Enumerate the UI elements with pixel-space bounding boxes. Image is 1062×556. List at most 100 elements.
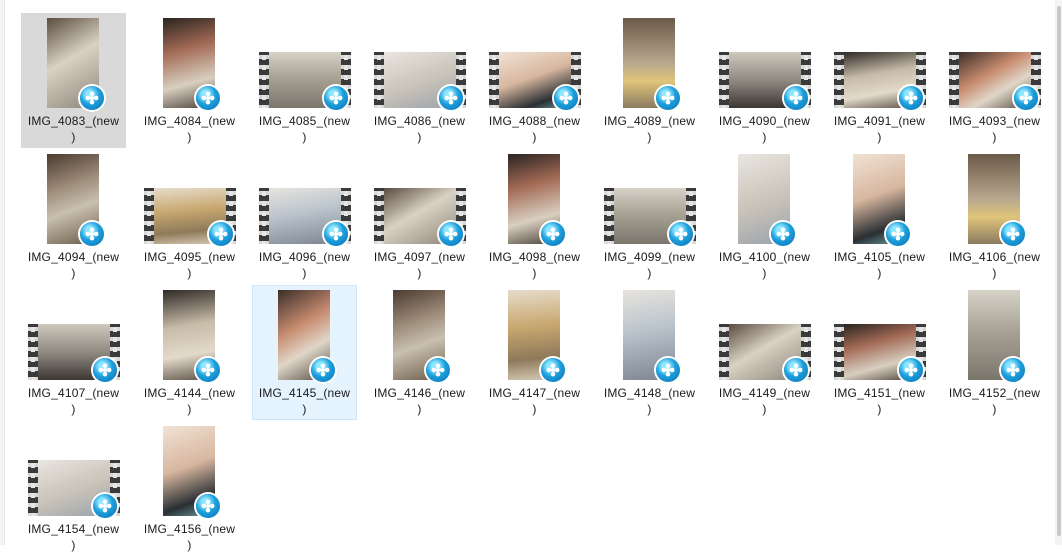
file-thumbnail	[253, 286, 356, 382]
file-item[interactable]: IMG_4089_(new)	[597, 13, 702, 148]
file-item[interactable]: IMG_4145_(new)	[252, 285, 357, 420]
file-thumbnail	[138, 14, 241, 110]
file-name-line: IMG_4096_(new	[258, 250, 351, 264]
file-item[interactable]: IMG_4152_(new)	[942, 285, 1047, 420]
file-name: IMG_4088_(new)	[483, 113, 586, 145]
file-item[interactable]: IMG_4085_(new)	[252, 13, 357, 148]
file-thumbnail	[828, 14, 931, 110]
file-item[interactable]: IMG_4151_(new)	[827, 285, 932, 420]
file-item[interactable]: IMG_4094_(new)	[21, 149, 126, 284]
file-thumbnail	[368, 14, 471, 110]
navigation-pane-edge	[0, 0, 5, 545]
film-perforation	[144, 188, 154, 244]
media-player-icon	[771, 222, 795, 246]
file-item[interactable]: IMG_4086_(new)	[367, 13, 472, 148]
film-perforation	[28, 460, 38, 516]
file-name-line: IMG_4151_(new	[833, 386, 926, 400]
file-name-line: )	[187, 402, 192, 416]
file-item[interactable]: IMG_4144_(new)	[137, 285, 242, 420]
file-name-line: )	[762, 402, 767, 416]
file-name: IMG_4106_(new)	[943, 249, 1046, 281]
file-name: IMG_4083_(new)	[22, 113, 125, 145]
file-thumbnail	[943, 150, 1046, 246]
media-player-icon	[899, 86, 923, 110]
file-thumbnail	[713, 14, 816, 110]
file-item[interactable]: IMG_4091_(new)	[827, 13, 932, 148]
file-item[interactable]: IMG_4098_(new)	[482, 149, 587, 284]
file-item[interactable]: IMG_4090_(new)	[712, 13, 817, 148]
media-player-icon	[426, 358, 450, 382]
media-player-icon	[439, 86, 463, 110]
media-player-icon	[439, 222, 463, 246]
film-perforation	[834, 52, 844, 108]
file-name: IMG_4098_(new)	[483, 249, 586, 281]
file-name-line: )	[417, 266, 422, 280]
file-item[interactable]: IMG_4095_(new)	[137, 149, 242, 284]
file-item[interactable]: IMG_4093_(new)	[942, 13, 1047, 148]
media-player-icon	[80, 86, 104, 110]
file-item[interactable]: IMG_4107_(new)	[21, 285, 126, 420]
file-name-line: )	[762, 130, 767, 144]
file-thumbnail	[483, 150, 586, 246]
file-item[interactable]: IMG_4154_(new)	[21, 421, 126, 556]
file-item[interactable]: IMG_4149_(new)	[712, 285, 817, 420]
file-name-line: IMG_4145_(new	[258, 386, 351, 400]
file-name: IMG_4151_(new)	[828, 385, 931, 417]
file-name-line: )	[762, 266, 767, 280]
media-player-icon	[93, 494, 117, 518]
file-name-line: IMG_4094_(new	[27, 250, 120, 264]
file-thumbnail	[943, 286, 1046, 382]
file-name-line: )	[877, 402, 882, 416]
file-item[interactable]: IMG_4147_(new)	[482, 285, 587, 420]
file-name-line: IMG_4095_(new	[143, 250, 236, 264]
media-player-icon	[656, 358, 680, 382]
film-perforation	[604, 188, 614, 244]
file-thumbnail	[598, 286, 701, 382]
file-name: IMG_4091_(new)	[828, 113, 931, 145]
file-name: IMG_4149_(new)	[713, 385, 816, 417]
file-name-line: )	[877, 266, 882, 280]
file-thumbnail	[138, 422, 241, 518]
file-item[interactable]: IMG_4106_(new)	[942, 149, 1047, 284]
media-player-icon	[196, 86, 220, 110]
file-name: IMG_4107_(new)	[22, 385, 125, 417]
file-item[interactable]: IMG_4097_(new)	[367, 149, 472, 284]
file-item[interactable]: IMG_4083_(new)	[21, 13, 126, 148]
file-item[interactable]: IMG_4148_(new)	[597, 285, 702, 420]
media-player-icon	[541, 222, 565, 246]
file-name-line: )	[532, 130, 537, 144]
file-name-line: IMG_4086_(new	[373, 114, 466, 128]
file-thumbnail	[598, 150, 701, 246]
file-item[interactable]: IMG_4084_(new)	[137, 13, 242, 148]
media-player-icon	[541, 358, 565, 382]
file-item[interactable]: IMG_4100_(new)	[712, 149, 817, 284]
file-item[interactable]: IMG_4088_(new)	[482, 13, 587, 148]
file-item[interactable]: IMG_4099_(new)	[597, 149, 702, 284]
file-name-line: IMG_4090_(new	[718, 114, 811, 128]
file-item[interactable]: IMG_4105_(new)	[827, 149, 932, 284]
file-name-line: IMG_4144_(new	[143, 386, 236, 400]
file-name: IMG_4147_(new)	[483, 385, 586, 417]
file-name-line: )	[647, 402, 652, 416]
vertical-scrollbar[interactable]	[1055, 0, 1062, 545]
media-player-icon	[1001, 222, 1025, 246]
file-name: IMG_4099_(new)	[598, 249, 701, 281]
file-name-line: IMG_4147_(new	[488, 386, 581, 400]
file-name: IMG_4085_(new)	[253, 113, 356, 145]
scrollbar-thumb[interactable]	[1057, 6, 1061, 536]
file-thumbnail	[368, 150, 471, 246]
media-player-icon	[324, 86, 348, 110]
file-item[interactable]: IMG_4156_(new)	[137, 421, 242, 556]
file-name: IMG_4144_(new)	[138, 385, 241, 417]
file-name-line: )	[532, 402, 537, 416]
film-perforation	[259, 188, 269, 244]
file-name-line: )	[302, 266, 307, 280]
file-item[interactable]: IMG_4146_(new)	[367, 285, 472, 420]
file-item[interactable]: IMG_4096_(new)	[252, 149, 357, 284]
file-thumbnail	[828, 286, 931, 382]
file-thumbnail	[368, 286, 471, 382]
file-name-line: IMG_4152_(new	[948, 386, 1041, 400]
media-player-icon	[554, 86, 578, 110]
film-perforation	[719, 52, 729, 108]
film-perforation	[719, 324, 729, 380]
